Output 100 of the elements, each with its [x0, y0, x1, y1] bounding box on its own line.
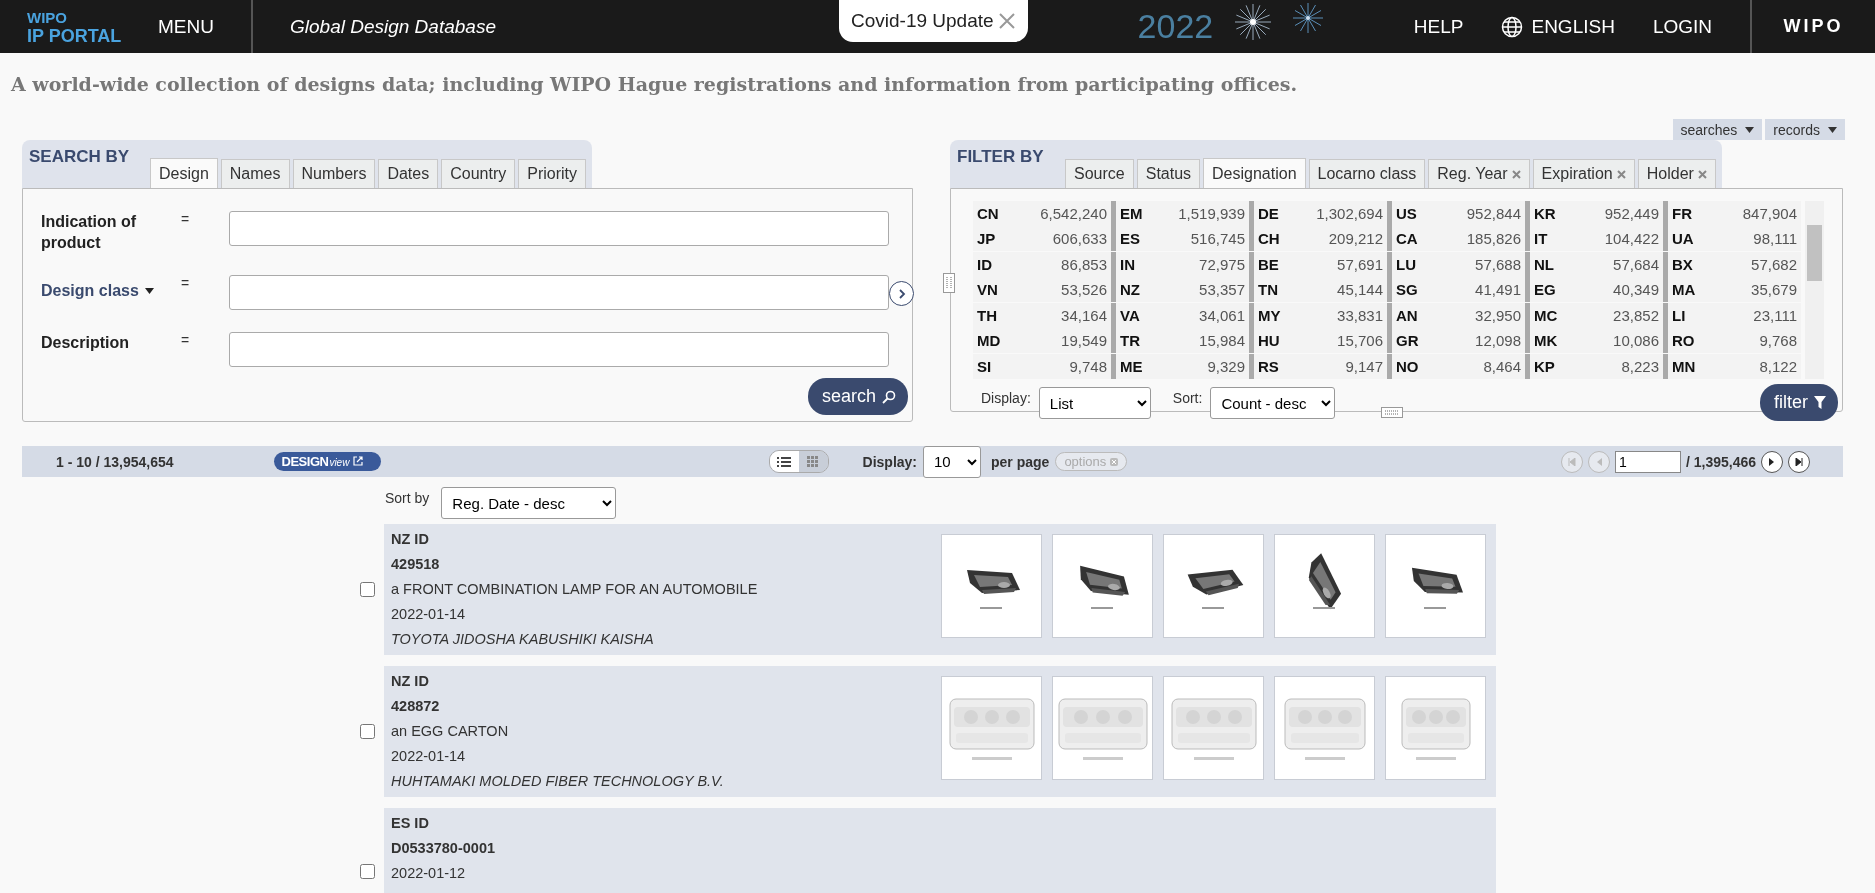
field-label: Description [41, 333, 130, 353]
count-item[interactable]: MN 8,122 [1663, 353, 1801, 379]
count-item[interactable]: US 952,844 [1387, 201, 1525, 226]
sort-select[interactable]: Reg. Date - desc [441, 487, 617, 519]
tab[interactable]: Country [441, 159, 516, 188]
count-item[interactable]: NO 8,464 [1387, 353, 1525, 379]
designview-link[interactable]: DESIGNview [273, 452, 381, 471]
count-item[interactable]: ID 86,853 [973, 251, 1111, 277]
per-page-select[interactable]: 10 [923, 445, 981, 478]
count-item[interactable]: CA 185,826 [1387, 226, 1525, 252]
search-button[interactable]: search [807, 378, 908, 415]
count-item[interactable]: GR 12,098 [1387, 328, 1525, 354]
count-item[interactable]: TN 45,144 [1249, 277, 1387, 303]
dropdown-menu[interactable]: searches [1672, 119, 1763, 140]
count-item[interactable]: ME 9,329 [1111, 353, 1249, 379]
nav-link[interactable]: ENGLISH [1501, 15, 1615, 38]
count-item[interactable]: LU 57,688 [1387, 251, 1525, 277]
tab[interactable]: Source [1065, 159, 1134, 188]
count-item[interactable]: HU 15,706 [1249, 328, 1387, 354]
next-page-button[interactable] [1761, 450, 1783, 473]
resize-handle-icon[interactable] [943, 273, 955, 293]
count-item[interactable]: SG 41,491 [1387, 277, 1525, 303]
count-item[interactable]: MA 35,679 [1663, 277, 1801, 303]
sort-select[interactable]: Count - desc [1210, 387, 1336, 419]
count-item[interactable]: BX 57,682 [1663, 251, 1801, 277]
count-item[interactable]: EG 40,349 [1525, 277, 1663, 303]
count-item[interactable]: KP 8,223 [1525, 353, 1663, 379]
nav-link[interactable]: HELP [1413, 15, 1464, 38]
result-checkbox[interactable] [360, 864, 375, 879]
dropdown-menu[interactable]: records [1765, 119, 1845, 140]
count-item[interactable]: ES 516,745 [1111, 226, 1249, 252]
close-icon[interactable] [1511, 169, 1521, 179]
count-item[interactable]: VA 34,061 [1111, 302, 1249, 328]
filter-button[interactable]: filter [1760, 384, 1838, 421]
count-item[interactable]: VN 53,526 [973, 277, 1111, 303]
count-item[interactable]: MY 33,831 [1249, 302, 1387, 328]
tab[interactable]: Status [1136, 159, 1201, 188]
count-item[interactable]: KR 952,449 [1525, 201, 1663, 226]
input-field[interactable] [229, 211, 889, 246]
close-icon[interactable] [997, 12, 1016, 30]
count-item[interactable]: TH 34,164 [973, 302, 1111, 328]
count-item[interactable]: NL 57,684 [1525, 251, 1663, 277]
brand-logo[interactable]: WIPO [1750, 0, 1875, 53]
count-item[interactable]: RS 9,147 [1249, 353, 1387, 379]
view-toggle[interactable] [798, 451, 828, 472]
first-page-button[interactable] [1560, 450, 1583, 473]
count-item[interactable]: CN 6,542,240 [973, 201, 1111, 226]
close-icon[interactable] [1616, 169, 1626, 179]
result-checkbox[interactable] [360, 582, 375, 597]
notice-tab[interactable]: Covid-19 Update [839, 0, 1028, 42]
count-item[interactable]: FR 847,904 [1663, 201, 1801, 226]
external-link-icon [353, 456, 364, 466]
count-item[interactable]: NZ 53,357 [1111, 277, 1249, 303]
tab[interactable]: Designation [1203, 158, 1306, 189]
count-item[interactable]: AN 32,950 [1387, 302, 1525, 328]
display-select[interactable]: List [1038, 387, 1151, 419]
tab[interactable]: Names [220, 159, 290, 188]
result-checkbox[interactable] [360, 724, 375, 739]
tab[interactable]: Priority [518, 159, 586, 188]
tab[interactable]: Holder [1637, 159, 1716, 188]
nav-link[interactable]: LOGIN [1652, 15, 1712, 38]
count-item[interactable]: EM 1,519,939 [1111, 201, 1249, 226]
count-item[interactable]: UA 98,111 [1663, 226, 1801, 252]
input-field[interactable] [229, 332, 889, 367]
count-item[interactable]: BE 57,691 [1249, 251, 1387, 277]
count-item[interactable]: LI 23,111 [1663, 302, 1801, 328]
registration-number[interactable]: 429518 [391, 552, 758, 577]
tab[interactable]: Design [150, 158, 218, 189]
count-item[interactable]: IT 104,422 [1525, 226, 1663, 252]
count-item[interactable]: SI 9,748 [973, 353, 1111, 379]
count-item[interactable]: DE 1,302,694 [1249, 201, 1387, 226]
count-item[interactable]: JP 606,633 [973, 226, 1111, 252]
portal-logo[interactable]: WIPO IP PORTAL [0, 8, 158, 45]
previous-page-button[interactable] [1587, 450, 1610, 473]
tab[interactable]: Dates [378, 159, 439, 188]
count-item[interactable]: IN 72,975 [1111, 251, 1249, 277]
count-item[interactable]: MD 19,549 [973, 328, 1111, 354]
input-field[interactable] [229, 275, 889, 310]
tab[interactable]: Locarno class [1308, 159, 1426, 188]
count-item[interactable]: MC 23,852 [1525, 302, 1663, 328]
resize-handle-icon[interactable] [1381, 407, 1403, 418]
count-item[interactable]: RO 9,768 [1663, 328, 1801, 354]
close-icon [1110, 457, 1119, 466]
tab[interactable]: Reg. Year [1428, 159, 1530, 188]
tab[interactable]: Expiration [1532, 159, 1635, 188]
count-item[interactable]: TR 15,984 [1111, 328, 1249, 354]
page-input[interactable]: 1 [1614, 450, 1681, 473]
next-button[interactable] [889, 281, 914, 306]
field-label-dropdown[interactable]: Design class [41, 275, 181, 301]
registration-number[interactable]: 428872 [391, 694, 724, 719]
count-item[interactable]: CH 209,212 [1249, 226, 1387, 252]
total-pages: / 1,395,466 [1685, 453, 1756, 470]
tab[interactable]: Numbers [292, 159, 376, 188]
scrollbar[interactable] [1805, 201, 1824, 379]
menu-link[interactable]: MENU [158, 0, 253, 53]
close-icon[interactable] [1697, 169, 1707, 179]
count-item[interactable]: MK 10,086 [1525, 328, 1663, 354]
registration-number[interactable]: D0533780-0001 [391, 836, 495, 861]
view-toggle[interactable] [769, 451, 799, 472]
last-page-button[interactable] [1788, 450, 1810, 473]
